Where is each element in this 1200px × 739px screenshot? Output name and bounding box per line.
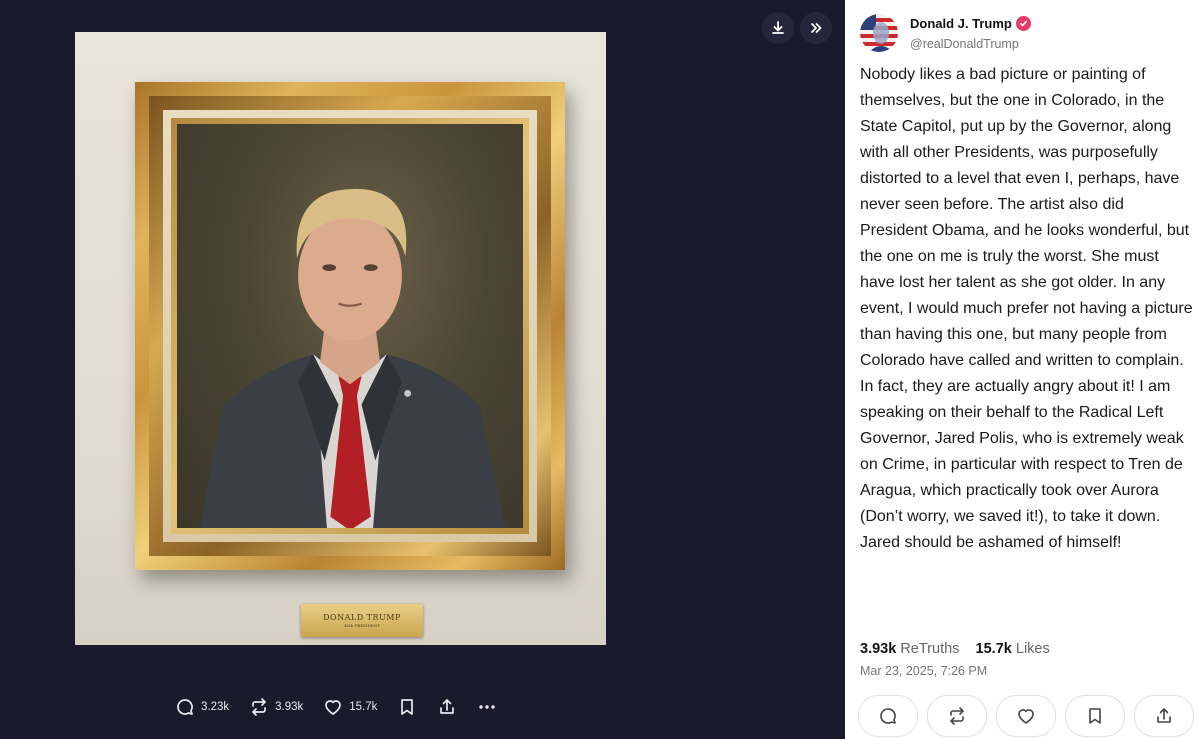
verified-badge-icon <box>1015 16 1031 31</box>
download-icon <box>772 21 784 34</box>
post-detail-panel: Donald J. Trump @realDonaldTrump Nobody … <box>845 0 1200 739</box>
panel-retruth-button[interactable] <box>927 695 987 737</box>
retruths-label: ReTruths <box>900 641 960 657</box>
panel-like-button[interactable] <box>996 695 1056 737</box>
author-name-row[interactable]: Donald J. Trump <box>910 16 1031 31</box>
share-icon <box>440 699 455 714</box>
more-icon <box>479 705 496 709</box>
bookmark-icon <box>401 699 414 715</box>
share-button[interactable] <box>437 697 457 717</box>
name-plaque: DONALD TRUMP 45th PRESIDENT <box>301 604 423 637</box>
like-button[interactable]: 15.7k <box>323 697 377 717</box>
likes-count: 15.7k <box>975 641 1012 657</box>
expand-panel-icon <box>811 23 822 33</box>
panel-reply-button[interactable] <box>858 695 918 737</box>
plaque-subtitle: 45th PRESIDENT <box>344 623 380 628</box>
retruth-count: 3.93k <box>275 701 304 713</box>
reply-count: 3.23k <box>201 701 230 713</box>
reply-button[interactable]: 3.23k <box>175 697 229 717</box>
heart-icon <box>1018 709 1034 724</box>
panel-bookmark-button[interactable] <box>1065 695 1125 737</box>
more-options-button[interactable] <box>477 697 497 717</box>
bookmark-icon <box>1089 708 1101 724</box>
media-action-bar: 3.23k 3.93k 15.7k <box>175 697 517 717</box>
post-action-buttons <box>858 695 1194 737</box>
likes-stat[interactable]: 15.7k Likes <box>976 641 1050 657</box>
expand-panel-button[interactable] <box>800 12 832 44</box>
retruth-button[interactable]: 3.93k <box>249 697 303 717</box>
likes-label: Likes <box>1015 641 1050 657</box>
painting-frame <box>135 82 565 570</box>
post-stats: 3.93k ReTruths 15.7k Likes <box>860 641 1050 657</box>
retruth-icon <box>950 707 964 725</box>
panel-share-button[interactable] <box>1134 695 1194 737</box>
retruths-count: 3.93k <box>860 641 897 657</box>
retruths-stat[interactable]: 3.93k ReTruths <box>860 641 959 657</box>
heart-icon <box>325 700 342 715</box>
plaque-name: DONALD TRUMP <box>323 613 401 622</box>
post-timestamp[interactable]: Mar 23, 2025, 7:26 PM <box>860 664 987 678</box>
share-icon <box>1157 708 1171 723</box>
author-handle[interactable]: @realDonaldTrump <box>910 37 1019 51</box>
comment-icon <box>880 708 896 724</box>
portrait-painting <box>177 124 523 528</box>
media-viewer: DONALD TRUMP 45th PRESIDENT 3.23k 3.93k … <box>0 0 845 739</box>
bookmark-button[interactable] <box>397 697 417 717</box>
post-image[interactable]: DONALD TRUMP 45th PRESIDENT <box>75 32 606 645</box>
like-count: 15.7k <box>349 701 378 713</box>
comment-icon <box>177 699 193 715</box>
author-name: Donald J. Trump <box>910 16 1012 31</box>
avatar[interactable] <box>860 14 898 52</box>
post-body-text: Nobody likes a bad picture or painting o… <box>860 66 1193 551</box>
download-button[interactable] <box>762 12 794 44</box>
retruth-icon <box>252 698 266 716</box>
